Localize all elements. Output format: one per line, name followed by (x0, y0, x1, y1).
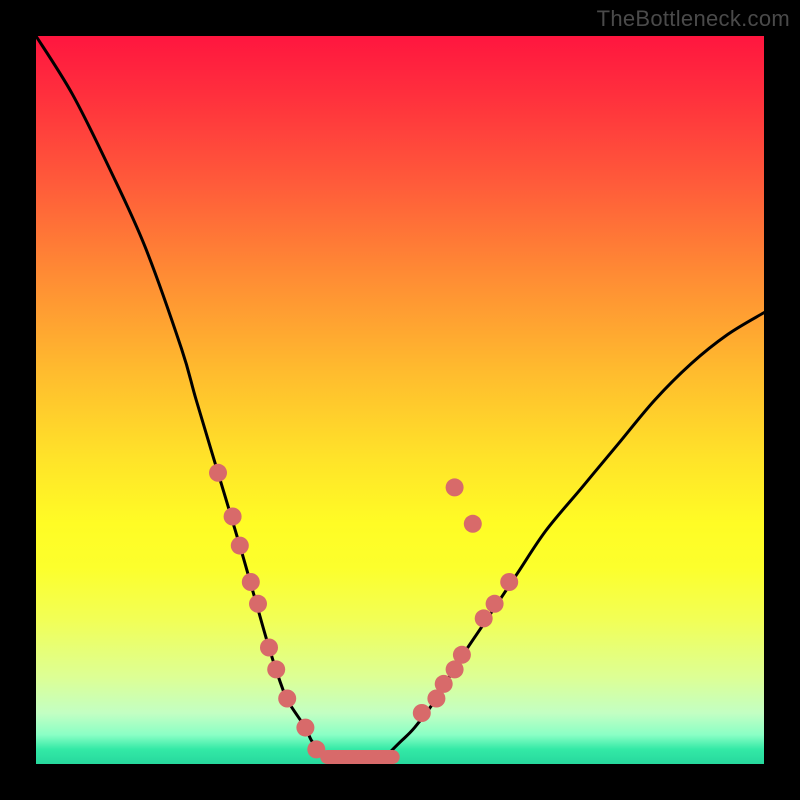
watermark-text: TheBottleneck.com (597, 6, 790, 32)
chart-stage: TheBottleneck.com (0, 0, 800, 800)
marker-dot (249, 595, 267, 613)
marker-dot (464, 515, 482, 533)
marker-dot (260, 639, 278, 657)
marker-dot (446, 478, 464, 496)
marker-group (209, 464, 518, 759)
marker-dot (209, 464, 227, 482)
marker-dot (475, 609, 493, 627)
marker-dot (500, 573, 518, 591)
marker-dot (231, 537, 249, 555)
bottleneck-curve (36, 36, 764, 765)
marker-dot (486, 595, 504, 613)
marker-dot (413, 704, 431, 722)
marker-dot (224, 508, 242, 526)
plot-area (36, 36, 764, 764)
marker-dot (453, 646, 471, 664)
marker-dot (267, 660, 285, 678)
marker-dot (435, 675, 453, 693)
marker-dot (278, 690, 296, 708)
chart-svg (36, 36, 764, 764)
marker-dot (242, 573, 260, 591)
marker-dot (296, 719, 314, 737)
